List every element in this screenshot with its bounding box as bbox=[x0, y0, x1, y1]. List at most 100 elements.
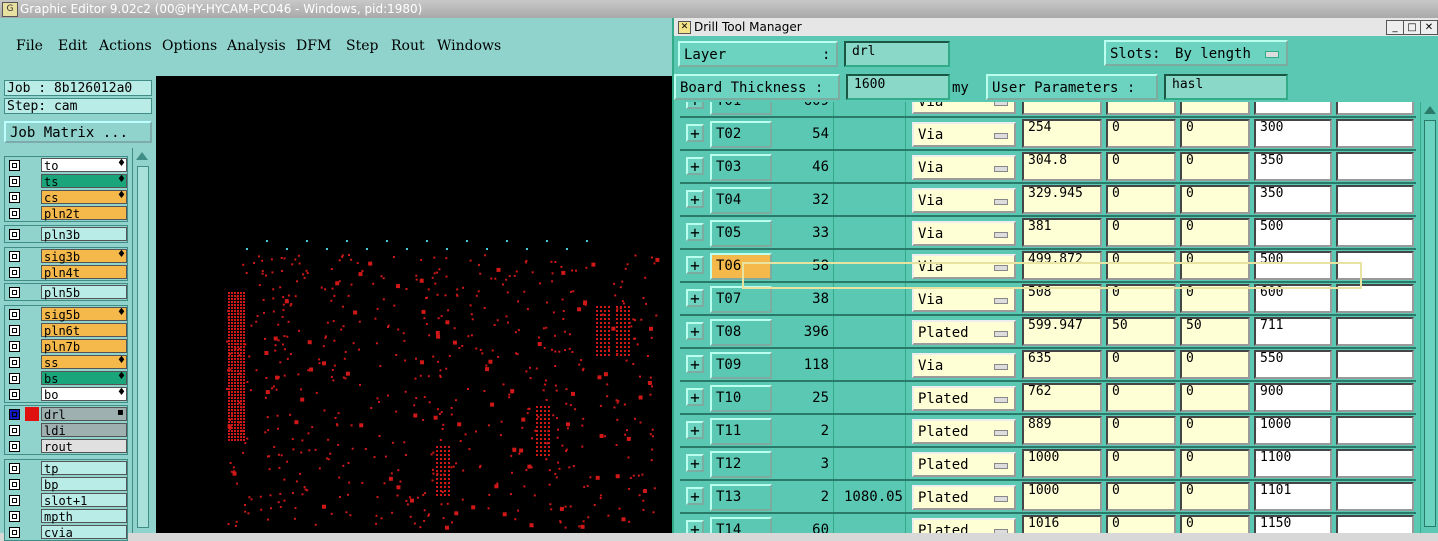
tool-p1-field[interactable]: 0 bbox=[1106, 449, 1176, 478]
tool-name-button[interactable]: T10 bbox=[710, 385, 772, 412]
tool-drill-field[interactable]: 711 bbox=[1254, 317, 1332, 346]
tool-p1-field[interactable]: 0 bbox=[1106, 416, 1176, 445]
option-menu-icon[interactable] bbox=[994, 166, 1008, 172]
layer-checkbox[interactable] bbox=[9, 229, 20, 240]
expand-plus-icon[interactable]: + bbox=[686, 124, 704, 142]
tool-name-button[interactable]: T04 bbox=[710, 187, 772, 214]
layer-checkbox[interactable] bbox=[9, 208, 20, 219]
tool-size-field[interactable]: 762 bbox=[1022, 383, 1102, 412]
table-row[interactable]: + T13 2 1080.05 Plated 1000 0 0 1101 bbox=[680, 481, 1416, 514]
layer-checkbox[interactable] bbox=[9, 373, 20, 384]
tool-type-select[interactable]: Via bbox=[912, 353, 1016, 378]
tool-p1-field[interactable]: 0 bbox=[1106, 284, 1176, 313]
layer-name[interactable]: pln5b bbox=[41, 285, 127, 300]
layer-row[interactable]: rout bbox=[5, 438, 127, 454]
tool-p1-field[interactable]: 0 bbox=[1106, 482, 1176, 511]
layer-name[interactable]: to bbox=[41, 158, 127, 173]
dtm-title-bar[interactable]: ✕ Drill Tool Manager _ □ ✕ bbox=[674, 18, 1438, 36]
expand-plus-icon[interactable]: + bbox=[686, 102, 704, 109]
option-menu-icon[interactable] bbox=[994, 133, 1008, 139]
user-parameters-field[interactable]: hasl bbox=[1164, 74, 1288, 100]
layer-row[interactable]: sig3b ♦ bbox=[5, 248, 127, 264]
tool-p2-field[interactable]: 0 bbox=[1180, 152, 1250, 181]
tool-extra-field[interactable] bbox=[1336, 350, 1414, 379]
table-row[interactable]: + T03 46 Via 304.8 0 0 350 bbox=[680, 151, 1416, 184]
option-menu-icon[interactable] bbox=[994, 199, 1008, 205]
tool-extra-field[interactable] bbox=[1336, 317, 1414, 346]
tool-drill-field[interactable]: 300 bbox=[1254, 119, 1332, 148]
tool-extra-field[interactable] bbox=[1336, 416, 1414, 445]
tool-type-select[interactable]: Plated bbox=[912, 320, 1016, 345]
layer-checkbox[interactable] bbox=[9, 495, 20, 506]
layer-row[interactable]: mpth bbox=[5, 508, 127, 524]
tool-p2-field[interactable]: 0 bbox=[1180, 515, 1250, 533]
tool-table-scrollbar[interactable] bbox=[1420, 102, 1438, 533]
layer-row[interactable]: bs ♦ bbox=[5, 370, 127, 386]
tool-p1-field[interactable]: 0 bbox=[1106, 251, 1176, 280]
tool-extra-field[interactable] bbox=[1336, 515, 1414, 533]
layer-row[interactable]: bo ♦ bbox=[5, 386, 127, 402]
layer-name[interactable]: bo bbox=[41, 387, 127, 402]
close-icon[interactable]: ✕ bbox=[1420, 20, 1438, 35]
tool-p2-field[interactable]: 0 bbox=[1180, 185, 1250, 214]
tool-drill-field[interactable]: 350 bbox=[1254, 185, 1332, 214]
layer-name[interactable]: mpth bbox=[41, 509, 127, 524]
option-menu-icon[interactable] bbox=[994, 463, 1008, 469]
tool-type-select[interactable]: Via bbox=[912, 102, 1016, 114]
layer-checkbox[interactable] bbox=[9, 425, 20, 436]
tool-name-button[interactable]: T08 bbox=[710, 319, 772, 346]
tool-drill-field[interactable]: 1101 bbox=[1254, 482, 1332, 511]
table-row[interactable]: + T14 60 Plated 1016 0 0 1150 bbox=[680, 514, 1416, 533]
tool-drill-field[interactable]: 1000 bbox=[1254, 416, 1332, 445]
tool-p2-field[interactable]: 50 bbox=[1180, 317, 1250, 346]
layer-row[interactable]: pln2t bbox=[5, 205, 127, 221]
tool-name-button[interactable]: T03 bbox=[710, 154, 772, 181]
expand-plus-icon[interactable]: + bbox=[686, 322, 704, 340]
tool-p1-field[interactable]: 0 bbox=[1106, 152, 1176, 181]
tool-extra-field[interactable] bbox=[1336, 449, 1414, 478]
tool-drill-field[interactable]: 600 bbox=[1254, 284, 1332, 313]
layer-name[interactable]: pln7b bbox=[41, 339, 127, 354]
tool-size-field[interactable]: 304.8 bbox=[1022, 152, 1102, 181]
tool-p1-field[interactable]: 0 bbox=[1106, 119, 1176, 148]
layer-list-scrollbar[interactable] bbox=[132, 148, 153, 533]
layer-row[interactable]: slot+1 bbox=[5, 492, 127, 508]
tool-size-field[interactable]: 508 bbox=[1022, 284, 1102, 313]
tool-type-select[interactable]: Via bbox=[912, 221, 1016, 246]
layer-row[interactable]: pln5b bbox=[5, 284, 127, 300]
layer-name[interactable]: cvia bbox=[41, 525, 127, 540]
table-row[interactable]: + T09 118 Via 635 0 0 550 bbox=[680, 349, 1416, 382]
tool-type-select[interactable]: Via bbox=[912, 188, 1016, 213]
menu-step[interactable]: Step bbox=[346, 38, 378, 54]
tool-p1-field[interactable]: 0 bbox=[1106, 102, 1176, 115]
tool-drill-field[interactable]: 1150 bbox=[1254, 515, 1332, 533]
tool-p2-field[interactable]: 0 bbox=[1180, 383, 1250, 412]
layer-row[interactable]: pln4t bbox=[5, 264, 127, 280]
option-menu-icon[interactable] bbox=[994, 364, 1008, 370]
menu-options[interactable]: Options bbox=[162, 38, 217, 54]
board-thickness-field[interactable]: 1600 bbox=[846, 74, 950, 100]
layer-name[interactable]: ts bbox=[41, 174, 127, 189]
layer-checkbox[interactable] bbox=[9, 389, 20, 400]
expand-plus-icon[interactable]: + bbox=[686, 190, 704, 208]
table-row[interactable]: + T11 2 Plated 889 0 0 1000 bbox=[680, 415, 1416, 448]
tool-p1-field[interactable]: 0 bbox=[1106, 350, 1176, 379]
layer-name[interactable]: bp bbox=[41, 477, 127, 492]
option-menu-icon[interactable] bbox=[994, 265, 1008, 271]
tool-name-button[interactable]: T06 bbox=[710, 253, 772, 280]
tool-extra-field[interactable] bbox=[1336, 251, 1414, 280]
tool-extra-field[interactable] bbox=[1336, 152, 1414, 181]
tool-p1-field[interactable]: 50 bbox=[1106, 317, 1176, 346]
tool-type-select[interactable]: Via bbox=[912, 287, 1016, 312]
menu-windows[interactable]: Windows bbox=[437, 38, 501, 54]
tool-size-field[interactable]: 254 bbox=[1022, 119, 1102, 148]
tool-size-field[interactable]: 329.945 bbox=[1022, 185, 1102, 214]
main-title-bar[interactable]: G Graphic Editor 9.02c2 (00@HY-HYCAM-PC0… bbox=[0, 0, 1438, 18]
tool-type-select[interactable]: Plated bbox=[912, 485, 1016, 510]
layer-name[interactable]: cs bbox=[41, 190, 127, 205]
layer-row[interactable]: ldi bbox=[5, 422, 127, 438]
tool-type-select[interactable]: Plated bbox=[912, 386, 1016, 411]
layer-checkbox[interactable] bbox=[9, 341, 20, 352]
tool-drill-field[interactable]: 500 bbox=[1254, 251, 1332, 280]
expand-plus-icon[interactable]: + bbox=[686, 520, 704, 533]
